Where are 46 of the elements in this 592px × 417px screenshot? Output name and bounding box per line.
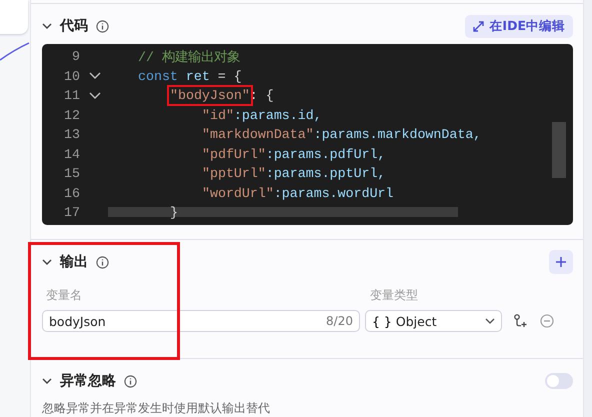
info-icon[interactable] — [124, 374, 137, 388]
line-number: 14 — [63, 146, 80, 162]
caret-icon — [485, 318, 495, 324]
chevron-icon[interactable] — [42, 23, 52, 29]
code-line: // 构建输出对象 — [138, 50, 240, 65]
code-line: "pptUrl":params.pptUrl, — [202, 166, 386, 182]
connector-line — [0, 40, 30, 62]
chevron-icon[interactable] — [42, 259, 52, 265]
code-line: "wordUrl":params.wordUrl — [202, 186, 394, 201]
edit-in-ide-button[interactable]: 在IDE中编辑 — [465, 14, 573, 38]
type-select[interactable]: { } Object — [365, 310, 502, 332]
fold-icon[interactable] — [89, 92, 101, 99]
line-number: 13 — [63, 127, 80, 142]
line-number: 11 — [63, 88, 80, 104]
code-line: "bodyJson": { — [170, 88, 274, 104]
chevron-icon[interactable] — [42, 378, 52, 384]
remove-icon[interactable] — [540, 314, 554, 328]
plus-icon — [555, 256, 567, 268]
section-description: 忽略异常并在异常发生时使用默认输出替代 — [42, 400, 271, 417]
line-number: 15 — [63, 166, 80, 182]
scrollbar[interactable] — [552, 122, 566, 178]
section-title: 异常忽略 — [60, 372, 116, 390]
info-icon[interactable] — [96, 256, 109, 268]
section-title: 输出 — [60, 253, 88, 271]
code-line: "pdfUrl":params.pdfUrl, — [202, 146, 386, 162]
add-branch-icon[interactable] — [513, 313, 529, 329]
section-title: 代码 — [60, 17, 88, 35]
expand-icon — [473, 20, 484, 32]
toggle-switch[interactable] — [545, 373, 573, 389]
code-editor[interactable]: 9 // 构建输出对象 10 const ret = { 11 "bodyJson": { 12 "id":params.id, 13 "markdownData":params.markdownData, 14 "pdfUrl":params.pdfUrl, 15 "pptUrl":params.pptUrl, 16 "wordUrl":params.wordUrl 17 } — [42, 44, 573, 225]
add-button[interactable] — [549, 250, 573, 274]
code-line: "id":params.id, — [202, 108, 322, 123]
line-number: 12 — [63, 108, 80, 123]
column-label: 变量名 — [45, 286, 83, 304]
line-number: 9 — [71, 49, 80, 64]
code-line: "markdownData":params.markdownData, — [202, 127, 482, 142]
variable-name-field[interactable]: bodyJson 8/20 — [42, 310, 360, 332]
line-number: 17 — [63, 205, 80, 220]
line-number: 16 — [63, 186, 80, 201]
info-icon[interactable] — [96, 20, 109, 32]
line-number: 10 — [63, 68, 80, 84]
fold-icon[interactable] — [89, 72, 101, 80]
code-line: const ret = { — [138, 68, 242, 84]
scrollbar[interactable] — [108, 207, 458, 217]
code-line: } — [170, 205, 178, 220]
column-label: 变量类型 — [370, 286, 418, 304]
